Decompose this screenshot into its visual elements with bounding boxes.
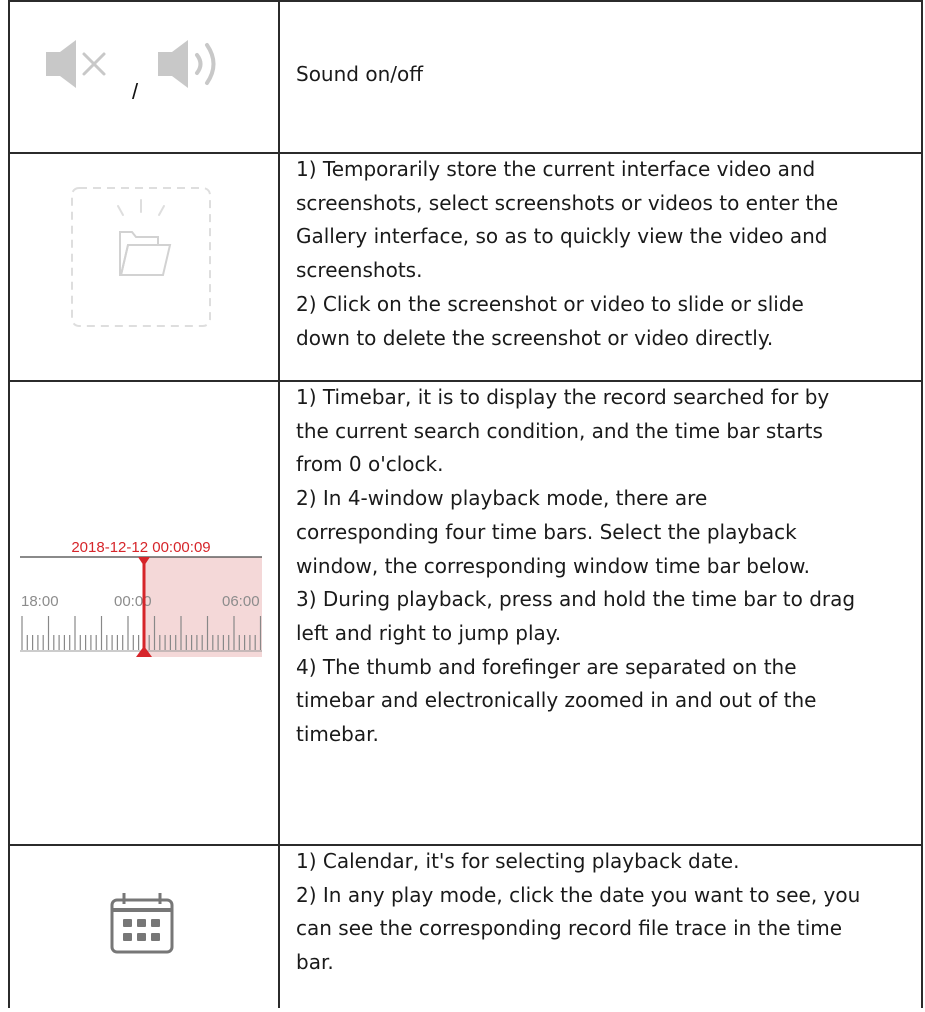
timebar-icon: 2018-12-12 00:00:09 18:00 00:00 06:00 — [20, 539, 262, 657]
text-line: window, the corresponding window time ba… — [296, 553, 810, 578]
feature-table: / Sound on/off 1) Temporarily store the … — [8, 0, 923, 1008]
timebar-tick-label: 18:00 — [21, 593, 59, 610]
text-line: 2) In 4-window playback mode, there are — [296, 486, 708, 511]
mute-cross-icon — [82, 52, 106, 76]
text-line: 1) Calendar, it's for selecting playback… — [296, 849, 740, 873]
table-row-gallery-icon-cell — [8, 152, 278, 380]
table-row-sound-text: Sound on/off — [296, 58, 925, 92]
table-row-timebar-icon-cell: 2018-12-12 00:00:09 18:00 00:00 06:00 — [8, 380, 278, 844]
text-line: timebar. — [296, 722, 379, 747]
sound-off-on-icon: / — [46, 40, 216, 104]
text-line: 3) During playback, press and hold the t… — [296, 587, 856, 612]
text-line: 2) Click on the screenshot or video to s… — [296, 291, 804, 316]
text-line: Gallery interface, so as to quickly view… — [296, 224, 828, 249]
timebar-tick-label: 00:00 — [114, 593, 152, 610]
text-line: can see the corresponding record file tr… — [296, 916, 843, 941]
table-row-calendar-icon-cell — [8, 844, 278, 1008]
text-line: corresponding four time bars. Select the… — [296, 519, 797, 544]
text-line: 1) Timebar, it is to display the record … — [296, 385, 830, 409]
timebar-tick-label: 06:00 — [222, 593, 260, 610]
table-row-gallery-text: 1) Temporarily store the current interfa… — [296, 153, 925, 355]
sound-on-icon — [158, 40, 188, 88]
gallery-folder-icon — [71, 187, 211, 327]
text-line: 4) The thumb and forefinger are separate… — [296, 654, 797, 679]
table-row-sound-icon-cell: / — [8, 0, 278, 152]
text-line: Sound on/off — [296, 62, 424, 86]
timebar-date: 2018-12-12 00:00:09 — [71, 539, 210, 556]
text-line: left and right to jump play. — [296, 620, 562, 645]
table-row-timebar-text: 1) Timebar, it is to display the record … — [296, 381, 925, 752]
text-line: from 0 o'clock. — [296, 452, 444, 477]
text-line: the current search condition, and the ti… — [296, 418, 823, 443]
text-line: timebar and electronically zoomed in and… — [296, 688, 817, 713]
text-line: bar. — [296, 950, 334, 975]
text-line: screenshots. — [296, 258, 423, 283]
table-row-calendar-text: 1) Calendar, it's for selecting playback… — [296, 845, 925, 980]
sound-off-icon — [46, 40, 76, 88]
text-line: 1) Temporarily store the current interfa… — [296, 157, 816, 181]
calendar-icon — [110, 893, 174, 954]
text-line: 2) In any play mode, click the date you … — [296, 882, 861, 907]
icon-separator: / — [132, 79, 139, 104]
text-line: down to delete the screenshot or video d… — [296, 325, 774, 350]
text-line: screenshots, select screenshots or video… — [296, 190, 839, 215]
